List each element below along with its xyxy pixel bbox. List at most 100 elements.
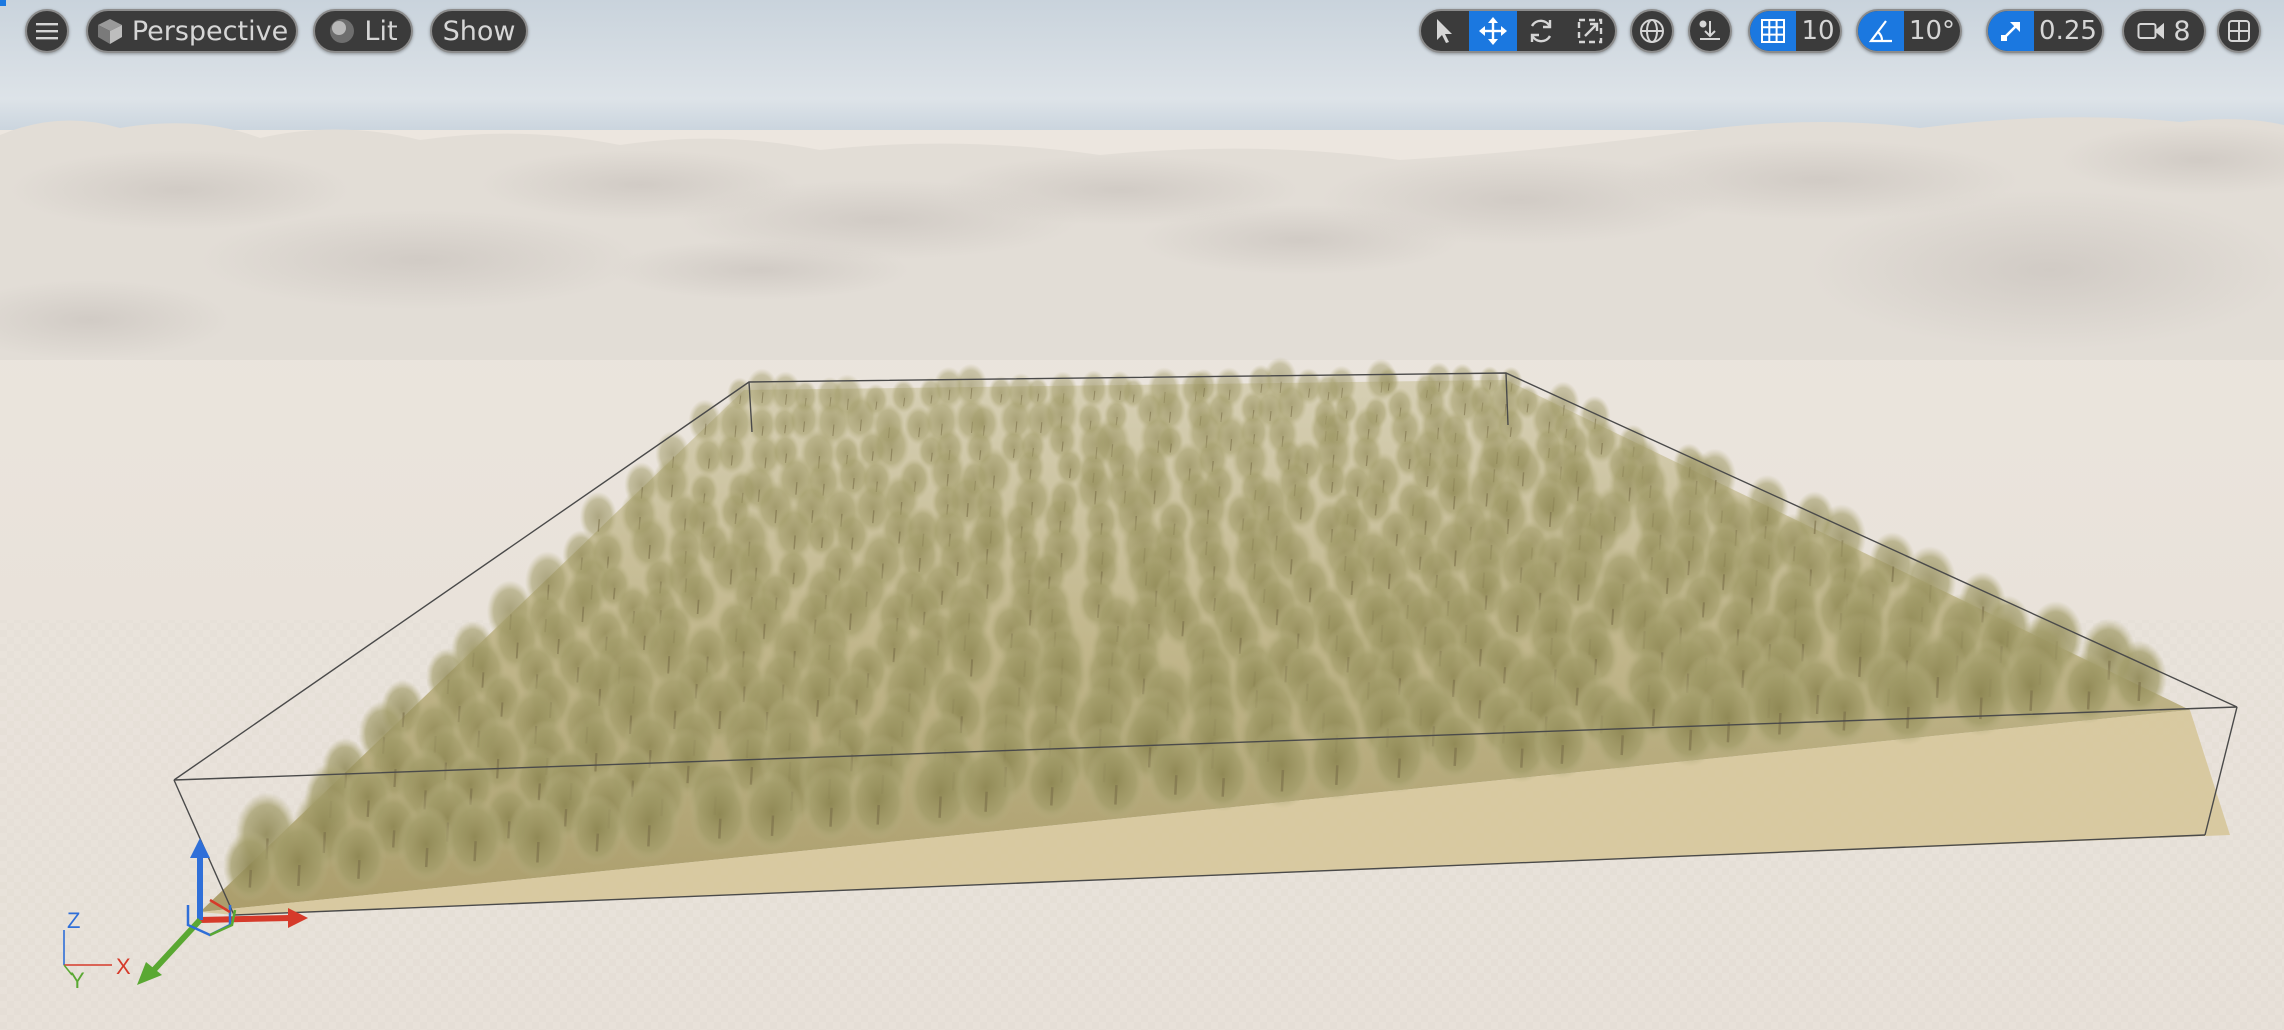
tree-trunk (2029, 690, 2033, 711)
tree-trunk (1335, 765, 1339, 785)
tree (616, 779, 681, 864)
scale-snap-value[interactable]: 0.25 (2034, 11, 2102, 51)
tree (1591, 691, 1652, 771)
tree-trunk (718, 818, 722, 839)
grid-snap-group: 10 (1748, 9, 1842, 53)
scale-icon (1577, 18, 1603, 44)
surface-snap-button[interactable] (1688, 9, 1732, 53)
tree (1369, 716, 1428, 794)
tree (1249, 722, 1315, 809)
tree-trunk (500, 702, 504, 717)
scale-arrow-icon (1999, 19, 2023, 43)
camera-icon (2137, 21, 2165, 41)
tree-trunk (1426, 476, 1429, 487)
grid-icon (1760, 18, 1786, 44)
translate-icon (1479, 17, 1507, 45)
tree-trunk (1280, 769, 1285, 792)
tree (1023, 747, 1079, 821)
tree-trunk (366, 800, 370, 817)
tree (741, 770, 803, 853)
rotation-snap-toggle[interactable] (1858, 11, 1904, 51)
tree (1427, 707, 1482, 781)
tree (689, 774, 750, 855)
rotate-icon (1527, 17, 1555, 45)
tree-trunk (1515, 615, 1519, 632)
tree-trunk (597, 519, 600, 532)
grid-snap-value[interactable]: 10 (1796, 11, 1840, 51)
tree-trunk (849, 613, 852, 630)
axis-x-label: X (116, 954, 131, 979)
level-viewport[interactable] (0, 0, 2284, 1030)
axis-y-label: Y (70, 968, 85, 993)
tree-trunk (696, 599, 700, 615)
transform-tools-group (1419, 9, 1617, 53)
viewport-focus-corner (0, 0, 6, 6)
scale-snap-toggle[interactable] (1988, 11, 2034, 51)
surface-snap-icon (1696, 17, 1724, 45)
tree-trunk (718, 710, 722, 730)
coordinate-space-button[interactable] (1630, 9, 1674, 53)
tree-trunk (686, 765, 690, 784)
tree (688, 399, 722, 444)
camera-speed-value: 8 (2173, 15, 2191, 47)
translate-tool-button[interactable] (1469, 11, 1517, 51)
tree-trunk (1330, 481, 1334, 493)
rotation-snap-group: 10° (1856, 9, 1962, 53)
tree-trunk (820, 537, 824, 549)
tree-trunk (872, 510, 875, 524)
tree (1533, 703, 1591, 779)
tree (1875, 659, 1940, 746)
tree-trunk (594, 753, 598, 772)
viewport-scene[interactable] (0, 0, 2284, 1030)
tree-trunk (515, 642, 519, 659)
tree-trunk (850, 537, 854, 550)
tree-trunk (647, 825, 651, 847)
view-mode-button[interactable]: Perspective (86, 9, 298, 53)
tree-trunk (970, 659, 974, 677)
tree-trunk (966, 503, 969, 517)
tree-trunk (729, 569, 733, 585)
tree-trunk (2086, 691, 2091, 710)
select-tool-button[interactable] (1421, 11, 1469, 51)
show-flags-button[interactable]: Show (430, 9, 528, 53)
tree-trunk (392, 830, 396, 848)
tree (1194, 737, 1251, 812)
rotation-snap-value[interactable]: 10° (1904, 11, 1960, 51)
tree-trunk (648, 544, 651, 559)
tree (444, 797, 505, 878)
tree-trunk (1520, 748, 1524, 768)
tree-trunk (357, 860, 361, 879)
scale-tool-button[interactable] (1565, 11, 1615, 51)
angle-icon (1868, 18, 1894, 44)
tree-trunk (1651, 708, 1656, 727)
camera-speed-button[interactable]: 8 (2122, 9, 2206, 53)
tree-trunk (792, 572, 795, 585)
tree (570, 794, 624, 866)
tree-trunk (1620, 735, 1624, 756)
tree-trunk (1453, 550, 1457, 567)
tree-trunk (1858, 656, 1862, 677)
tree-trunk (1611, 608, 1615, 625)
grid-snap-toggle[interactable] (1750, 11, 1796, 51)
lighting-mode-label: Lit (364, 15, 398, 47)
tree-trunk (1549, 511, 1552, 527)
tree-trunk (1174, 775, 1178, 795)
rotate-tool-button[interactable] (1517, 11, 1565, 51)
lighting-mode-button[interactable]: Lit (313, 9, 413, 53)
globe-icon (1639, 18, 1665, 44)
hamburger-icon (36, 22, 58, 40)
tree-trunk (297, 864, 301, 886)
tree-trunk (1891, 566, 1895, 583)
tree-trunk (1397, 758, 1401, 778)
tree (330, 819, 387, 894)
tree-trunk (1576, 584, 1580, 601)
tree-trunk (248, 869, 253, 888)
tree (1079, 370, 1108, 408)
tree-trunk (1665, 577, 1669, 594)
viewport-layout-button[interactable] (2217, 9, 2261, 53)
tree-trunk (1688, 729, 1693, 751)
tree (955, 747, 1016, 828)
tree-trunk (938, 796, 942, 818)
viewport-menu-button[interactable] (25, 9, 69, 53)
tree-trunk (581, 606, 585, 623)
